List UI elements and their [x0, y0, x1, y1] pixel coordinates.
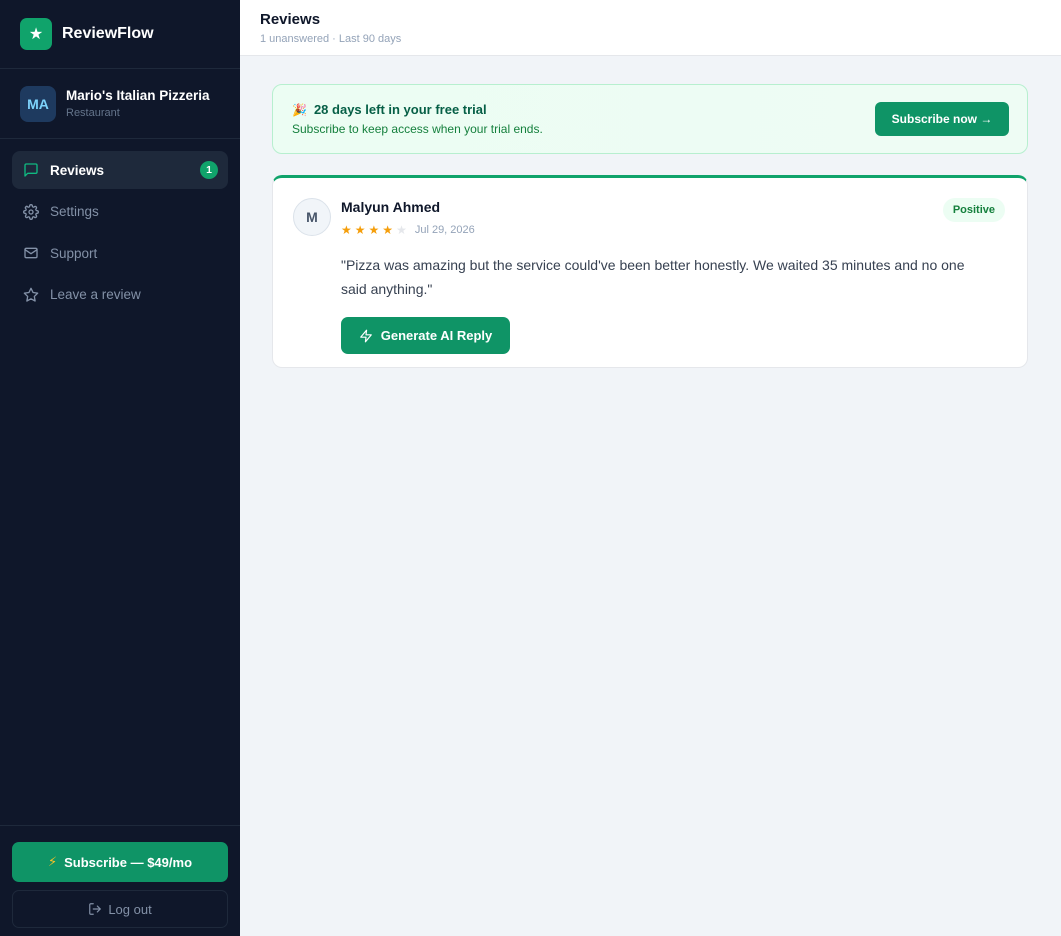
business-name: Mario's Italian Pizzeria: [66, 88, 210, 103]
sidebar-item-label: Support: [50, 245, 98, 261]
sidebar-item-reviews[interactable]: Reviews 1: [12, 151, 228, 189]
star-filled-icon: ★: [341, 223, 352, 237]
chat-bubble-icon: [22, 161, 40, 179]
page-subtitle: 1 unanswered · Last 90 days: [260, 33, 402, 45]
reviewer-name: Malyun Ahmed: [341, 199, 441, 215]
trial-subtitle: Subscribe to keep access when your trial…: [292, 122, 543, 136]
sidebar-footer: ⚡ Subscribe — $49/mo Log out: [0, 825, 240, 936]
star-icon: ★: [20, 18, 52, 50]
review-text: "Pizza was amazing but the service could…: [341, 257, 965, 297]
generate-ai-reply-button[interactable]: Generate AI Reply: [341, 317, 510, 354]
review-date: Jul 29, 2026: [414, 224, 475, 236]
unanswered-count-badge: 1: [200, 161, 218, 179]
page-header: Reviews 1 unanswered · Last 90 days: [240, 0, 1061, 56]
review-card: M Positive Malyun Ahmed ★ ★ ★ ★ ★ Jul 29, 20…: [272, 175, 1028, 368]
logout-button[interactable]: Log out: [12, 890, 228, 928]
page-title: Reviews: [260, 11, 321, 28]
brand[interactable]: ★ ReviewFlow: [0, 0, 240, 69]
trial-banner: 🎉 28 days left in your free trial Subscr…: [272, 84, 1028, 154]
sidebar-item-settings[interactable]: Settings: [12, 193, 228, 231]
sidebar-item-leave-review[interactable]: Leave a review: [12, 276, 228, 314]
generate-ai-reply-label: Generate AI Reply: [380, 328, 493, 343]
business-avatar: MA: [20, 85, 56, 122]
reviewer-avatar: M: [293, 198, 331, 236]
trial-title-text: 28 days left in your free trial: [313, 102, 487, 117]
star-filled-icon: ★: [382, 223, 394, 237]
star-rating: ★ ★ ★ ★ ★: [341, 221, 410, 239]
trial-title: 🎉 28 days left in your free trial: [292, 102, 875, 117]
star-filled-icon: ★: [354, 223, 366, 237]
gear-icon: [22, 203, 40, 221]
party-popper-icon: 🎉: [292, 102, 307, 117]
mail-icon: [22, 244, 40, 262]
sidebar-item-support[interactable]: Support: [12, 234, 228, 272]
star-filled-icon: ★: [368, 223, 380, 237]
main-content: 🎉 28 days left in your free trial Subscr…: [272, 84, 1028, 368]
brand-name: ReviewFlow: [62, 25, 154, 42]
logout-icon: [88, 902, 102, 916]
star-empty-icon: ★: [396, 223, 407, 237]
review-meta: ★ ★ ★ ★ ★ Jul 29, 2026: [341, 221, 1007, 239]
subscribe-label: Subscribe — $49/mo: [64, 854, 193, 870]
business-type: Restaurant: [66, 107, 120, 119]
sidebar-item-label: Settings: [50, 204, 99, 219]
logout-label: Log out: [108, 901, 152, 917]
sidebar-item-label: Reviews: [50, 162, 105, 178]
lightning-icon: [359, 329, 373, 343]
star-outline-icon: [22, 286, 40, 304]
sidebar-item-label: Leave a review: [50, 287, 141, 302]
sidebar: ★ ReviewFlow MA Mario's Italian Pizzeria…: [0, 0, 240, 936]
business-switcher[interactable]: MA Mario's Italian Pizzeria Restaurant: [0, 69, 240, 139]
subscribe-button[interactable]: ⚡ Subscribe — $49/mo: [12, 842, 228, 882]
lightning-icon: ⚡: [47, 854, 58, 869]
sidebar-nav: Reviews 1 Settings Support Leave a revie…: [0, 139, 240, 825]
subscribe-now-button[interactable]: Subscribe now →: [875, 102, 1009, 136]
sentiment-badge: Positive: [942, 198, 1005, 222]
